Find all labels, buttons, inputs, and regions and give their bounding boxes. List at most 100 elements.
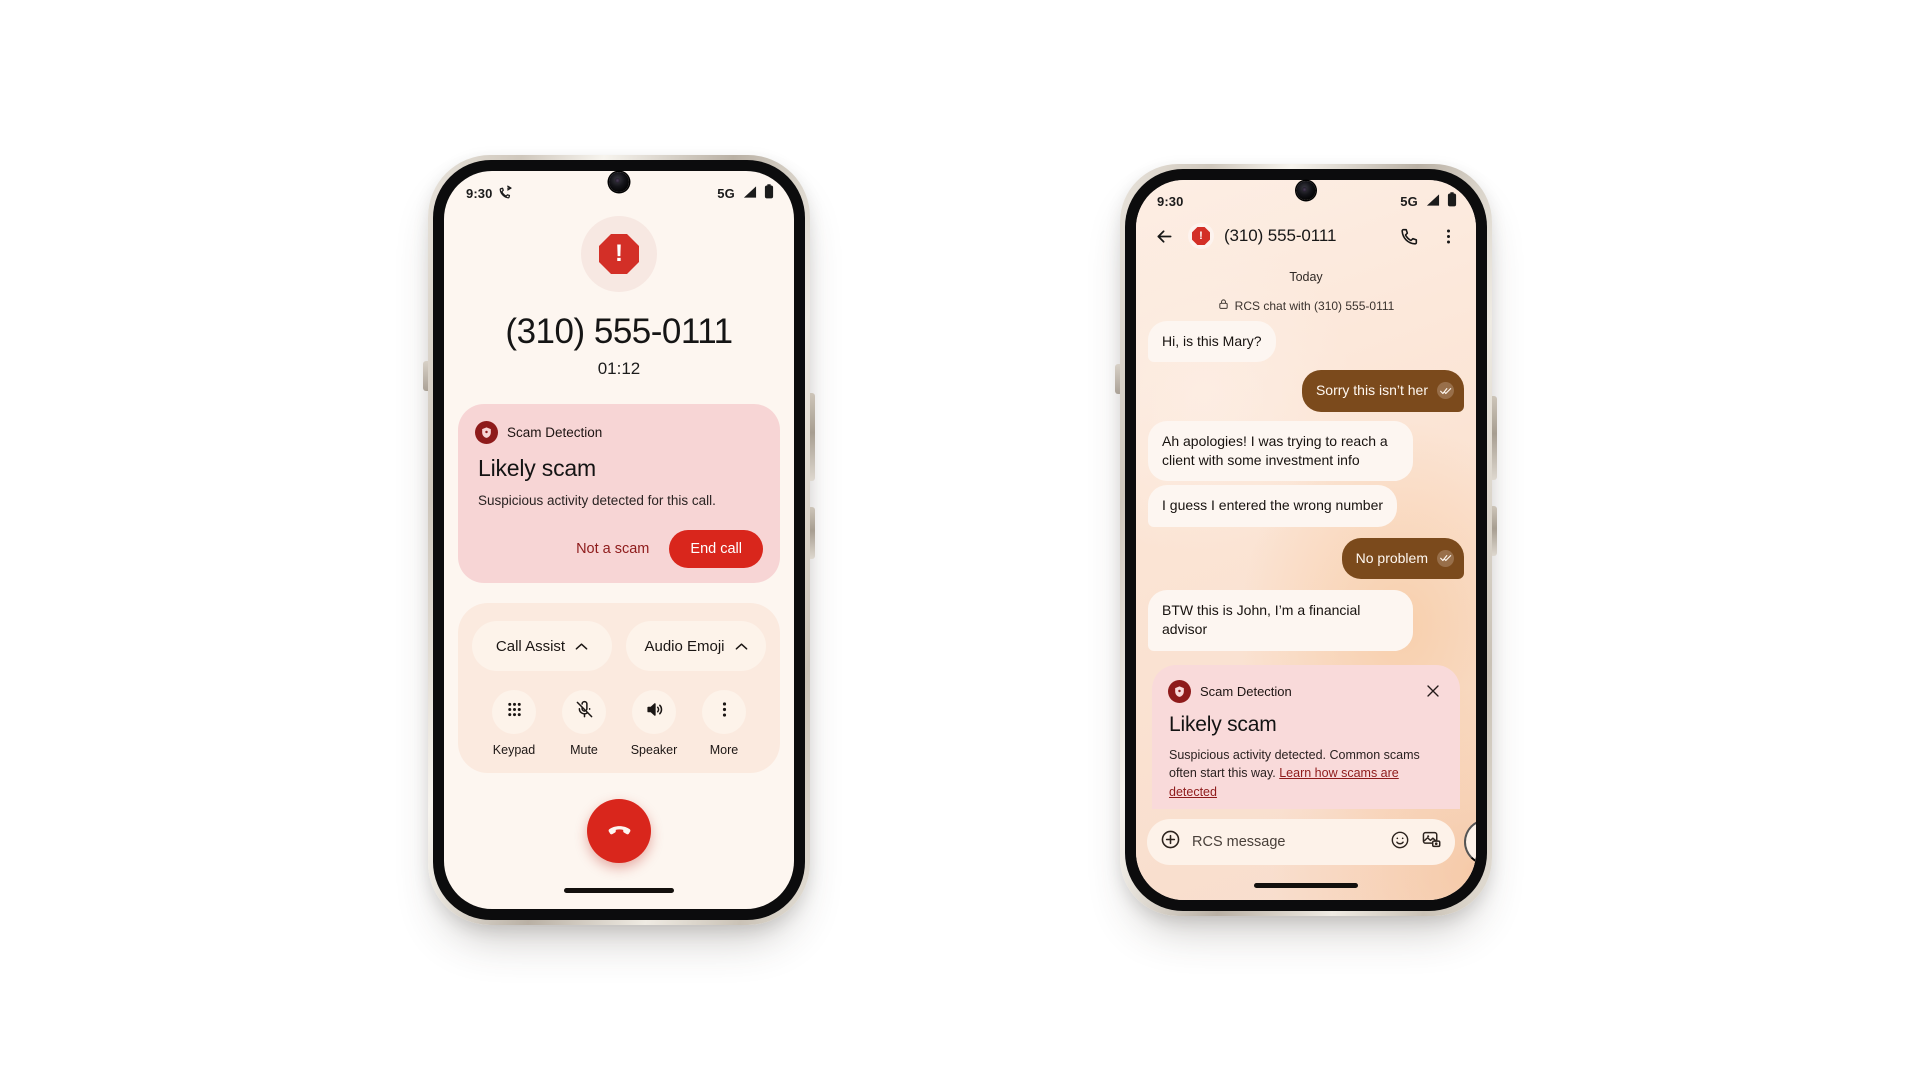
power-button[interactable] xyxy=(1492,506,1497,556)
battery-full-icon xyxy=(764,184,774,202)
message-thread[interactable]: Today RCS chat with (310) 555-0111 Hi, i… xyxy=(1136,258,1476,809)
message-bubble-incoming[interactable]: I guess I entered the wrong number xyxy=(1148,485,1398,527)
rcs-encryption-note: RCS chat with (310) 555-0111 xyxy=(1148,298,1464,313)
keypad-button[interactable]: Keypad xyxy=(482,690,546,757)
scam-detection-card-messages: Scam Detection Likely scam Suspicious ac… xyxy=(1152,664,1460,809)
call-duration: 01:12 xyxy=(597,359,641,378)
message-row: I guess I entered the wrong number xyxy=(1148,485,1464,527)
keypad-icon xyxy=(505,700,524,724)
in-call-screen: 9:30 5G ! (310) 555-0111 01:12 Scam Dete… xyxy=(444,171,794,909)
call-controls-panel: Call Assist Audio Emoji Keypad Mute Spea… xyxy=(458,603,780,774)
voice-message-button[interactable] xyxy=(1464,819,1476,865)
octagon-shape: ! xyxy=(1192,227,1210,245)
audio-emoji-label: Audio Emoji xyxy=(644,637,725,655)
conversation-title: (310) 555-0111 xyxy=(1224,226,1337,245)
scam-card-actions: Not a scam End call xyxy=(475,530,763,569)
end-call-button[interactable] xyxy=(587,799,651,864)
volume-button[interactable] xyxy=(1492,396,1497,480)
not-a-scam-button[interactable]: Not a scam xyxy=(572,533,653,565)
call-assist-chip[interactable]: Call Assist xyxy=(472,621,612,672)
assist-chip-row: Call Assist Audio Emoji xyxy=(472,621,766,672)
status-time: 9:30 xyxy=(466,185,493,201)
scam-card-header: Scam Detection xyxy=(1168,679,1444,703)
messages-screen: 9:30 5G ! (310) 555-0111 Today RCS chat … xyxy=(1136,180,1476,900)
audio-emoji-chip[interactable]: Audio Emoji xyxy=(626,621,766,672)
keypad-label: Keypad xyxy=(492,743,536,758)
more-vertical-icon[interactable] xyxy=(1434,222,1462,250)
double-check-icon xyxy=(1437,382,1454,400)
speaker-label: Speaker xyxy=(630,743,678,758)
power-button[interactable] xyxy=(810,507,815,559)
message-bubble-incoming[interactable]: BTW this is John, I’m a financial adviso… xyxy=(1148,589,1414,651)
scam-card-title: Likely scam xyxy=(478,455,596,481)
message-row: BTW this is John, I’m a financial adviso… xyxy=(1148,589,1464,651)
volume-button[interactable] xyxy=(810,393,815,481)
more-button[interactable]: More xyxy=(692,690,756,757)
more-label: More xyxy=(709,743,739,758)
message-bubble-incoming[interactable]: Hi, is this Mary? xyxy=(1148,321,1276,363)
composer-field-container xyxy=(1147,819,1455,865)
scam-octagon-warning-icon: ! xyxy=(1188,223,1214,249)
scam-card-description: Suspicious activity detected for this ca… xyxy=(478,493,716,508)
arrow-back-icon[interactable] xyxy=(1150,222,1178,250)
scam-card-header: Scam Detection xyxy=(475,421,763,444)
keypad-button-circle[interactable] xyxy=(492,690,536,735)
scam-shield-icon xyxy=(475,421,498,444)
phone-bezel-call: 9:30 5G ! (310) 555-0111 01:12 Scam Dete… xyxy=(433,160,805,920)
status-network: 5G xyxy=(1400,193,1418,209)
battery-full-icon xyxy=(1447,192,1457,210)
status-network: 5G xyxy=(717,185,735,201)
phone-device-messages: 9:30 5G ! (310) 555-0111 Today RCS chat … xyxy=(1115,164,1497,916)
phone-device-call: 9:30 5G ! (310) 555-0111 01:12 Scam Dete… xyxy=(423,155,815,925)
chevron-up-icon xyxy=(575,638,588,655)
message-row: Ah apologies! I was trying to reach a cl… xyxy=(1148,420,1464,482)
call-end-icon xyxy=(606,816,633,846)
image-icon[interactable] xyxy=(1421,829,1442,855)
scam-card-label: Scam Detection xyxy=(1200,683,1292,699)
more-button-circle[interactable] xyxy=(702,690,746,735)
front-camera-icon xyxy=(1296,181,1316,200)
scam-shield-icon xyxy=(1168,679,1191,703)
message-row: No problem xyxy=(1148,537,1464,579)
sim-tray xyxy=(423,361,428,391)
call-assist-label: Call Assist xyxy=(495,637,566,655)
scam-detection-card-call: Scam Detection Likely scam Suspicious ac… xyxy=(458,404,780,584)
home-indicator xyxy=(564,888,674,893)
message-input[interactable] xyxy=(1192,834,1379,850)
more-vertical-icon xyxy=(715,700,734,724)
end-call-card-button[interactable]: End call xyxy=(669,530,763,569)
close-icon[interactable] xyxy=(1422,680,1444,702)
caller-number: (310) 555-0111 xyxy=(505,312,733,351)
double-check-icon xyxy=(1437,549,1454,567)
message-row: Hi, is this Mary? xyxy=(1148,321,1464,363)
message-row: Sorry this isn’t her xyxy=(1148,370,1464,412)
message-bubble-outgoing[interactable]: Sorry this isn’t her xyxy=(1301,370,1464,412)
screenshot-stage: 9:30 5G ! (310) 555-0111 01:12 Scam Dete… xyxy=(0,0,1920,1080)
front-camera-icon xyxy=(609,172,629,192)
message-bubble-incoming[interactable]: Ah apologies! I was trying to reach a cl… xyxy=(1148,420,1414,482)
message-bubble-outgoing[interactable]: No problem xyxy=(1341,537,1464,579)
speaker-icon xyxy=(645,700,664,724)
call-forward-icon xyxy=(499,184,514,202)
message-text: Sorry this isn’t her xyxy=(1315,382,1428,399)
status-time: 9:30 xyxy=(1157,193,1184,209)
caller-avatar: ! xyxy=(581,216,657,292)
message-text: No problem xyxy=(1355,549,1428,566)
speaker-button-circle[interactable] xyxy=(632,690,676,735)
speaker-button[interactable]: Speaker xyxy=(622,690,686,757)
call-action-row: Keypad Mute Speaker More xyxy=(482,690,756,757)
day-divider: Today xyxy=(1289,270,1323,284)
signal-bars-icon xyxy=(1425,193,1440,210)
chevron-up-icon xyxy=(735,638,748,655)
phone-icon[interactable] xyxy=(1396,222,1424,250)
mute-button[interactable]: Mute xyxy=(552,690,616,757)
phone-bezel-messages: 9:30 5G ! (310) 555-0111 Today RCS chat … xyxy=(1125,169,1487,911)
mute-label: Mute xyxy=(570,743,598,758)
scam-octagon-warning-icon: ! xyxy=(599,234,639,274)
sim-tray xyxy=(1115,364,1120,394)
scam-card-label: Scam Detection xyxy=(507,425,603,440)
mute-button-circle[interactable] xyxy=(562,690,606,735)
lock-icon xyxy=(1218,298,1229,313)
emoji-icon[interactable] xyxy=(1390,830,1410,855)
plus-circle-icon[interactable] xyxy=(1160,829,1181,855)
